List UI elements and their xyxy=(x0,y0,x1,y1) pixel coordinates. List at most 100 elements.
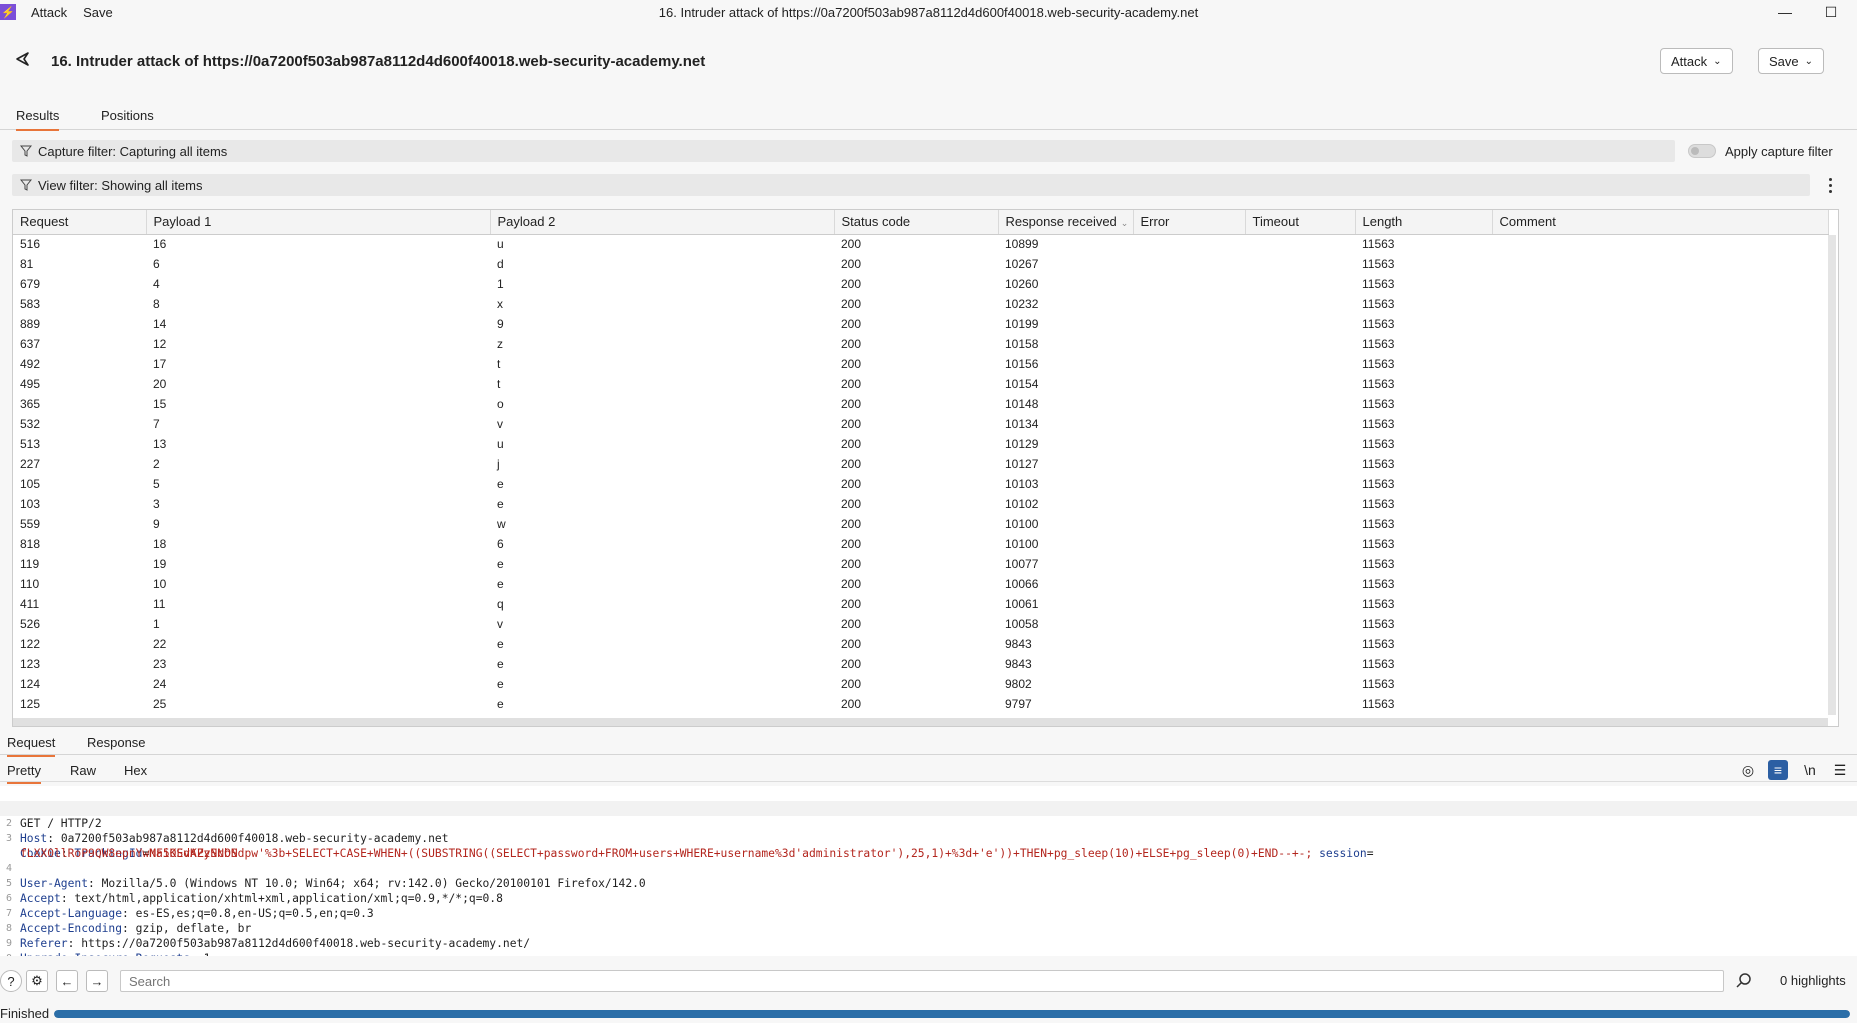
help-icon[interactable]: ? xyxy=(0,970,22,992)
save-button[interactable]: Save ⌄ xyxy=(1758,48,1825,74)
table-cell: 200 xyxy=(841,277,862,291)
col-payload-1[interactable]: Payload 1 xyxy=(146,210,491,235)
table-row[interactable]: 492 17 t 200 10156 11563 xyxy=(13,354,1828,374)
col-error[interactable]: Error xyxy=(1133,210,1246,235)
table-row[interactable]: 583 8 x 200 10232 11563 xyxy=(13,294,1828,314)
tab-response[interactable]: Response xyxy=(87,735,146,755)
apply-capture-filter-toggle[interactable] xyxy=(1688,144,1716,158)
arrow-left-icon[interactable]: ← xyxy=(56,970,78,992)
view-tabs: Pretty Raw Hex xyxy=(0,758,1857,784)
gear-icon[interactable]: ⚙ xyxy=(26,970,48,992)
table-row[interactable]: 125 25 e 200 9797 11563 xyxy=(13,694,1828,714)
col-length[interactable]: Length xyxy=(1355,210,1493,235)
menu-icon[interactable]: ☰ xyxy=(1830,760,1850,780)
menu-attack[interactable]: Attack xyxy=(31,5,67,20)
table-cell: 9802 xyxy=(1005,677,1032,691)
table-cell: 10077 xyxy=(1005,557,1039,571)
table-cell: t xyxy=(497,377,501,391)
table-row[interactable]: 227 2 j 200 10127 11563 xyxy=(13,454,1828,474)
table-cell xyxy=(1492,314,1828,334)
table-cell: 22 xyxy=(153,637,167,651)
eye-off-icon[interactable]: ◎ xyxy=(1738,760,1758,780)
vertical-scrollbar[interactable] xyxy=(1828,235,1836,715)
table-cell: 10100 xyxy=(1005,517,1039,531)
back-icon[interactable] xyxy=(14,50,32,68)
col-timeout[interactable]: Timeout xyxy=(1245,210,1356,235)
tab-positions[interactable]: Positions xyxy=(101,108,154,129)
tab-raw[interactable]: Raw xyxy=(70,763,96,782)
table-row[interactable]: 516 16 u 200 10899 11563 xyxy=(13,234,1828,254)
table-cell: 10061 xyxy=(1005,597,1039,611)
more-options-icon[interactable] xyxy=(1822,176,1838,194)
tab-hex[interactable]: Hex xyxy=(124,763,147,782)
table-cell xyxy=(1133,534,1245,554)
table-cell xyxy=(1133,294,1245,314)
sort-desc-icon: ⌄ xyxy=(1120,218,1129,229)
table-row[interactable]: 679 4 1 200 10260 11563 xyxy=(13,274,1828,294)
table-row[interactable]: 495 20 t 200 10154 11563 xyxy=(13,374,1828,394)
table-row[interactable]: 105 5 e 200 10103 11563 xyxy=(13,474,1828,494)
horizontal-scrollbar[interactable] xyxy=(13,718,1828,726)
table-row[interactable]: 119 19 e 200 10077 11563 xyxy=(13,554,1828,574)
table-cell: 10148 xyxy=(1005,397,1039,411)
table-row[interactable]: 818 18 6 200 10100 11563 xyxy=(13,534,1828,554)
table-cell: e xyxy=(497,677,504,691)
col-status-code[interactable]: Status code xyxy=(834,210,999,235)
col-comment[interactable]: Comment xyxy=(1492,210,1829,235)
table-cell xyxy=(1245,474,1355,494)
table-cell xyxy=(1133,434,1245,454)
table-row[interactable]: 889 14 9 200 10199 11563 xyxy=(13,314,1828,334)
request-editor[interactable]: 1 GET / HTTP/2 2 Host: 0a7200f503ab987a8… xyxy=(0,786,1857,956)
minimize-icon[interactable]: — xyxy=(1762,0,1808,24)
search-icon[interactable] xyxy=(1735,972,1753,990)
table-row[interactable]: 559 9 w 200 10100 11563 xyxy=(13,514,1828,534)
table-row[interactable]: 411 11 q 200 10061 11563 xyxy=(13,594,1828,614)
table-cell: 11563 xyxy=(1362,597,1395,611)
table-cell: 200 xyxy=(841,637,862,651)
tab-pretty[interactable]: Pretty xyxy=(7,763,41,784)
arrow-right-icon[interactable]: → xyxy=(86,970,108,992)
editor-line: 9 Upgrade-Insecure-Requests: 1 xyxy=(5,938,211,956)
view-filter-bar[interactable]: View filter: Showing all items xyxy=(12,174,1810,196)
col-request[interactable]: Request xyxy=(13,210,147,235)
table-row[interactable]: 532 7 v 200 10134 11563 xyxy=(13,414,1828,434)
table-cell: 119 xyxy=(20,557,40,571)
table-row[interactable]: 365 15 o 200 10148 11563 xyxy=(13,394,1828,414)
table-cell: 24 xyxy=(153,677,167,691)
newline-icon[interactable]: \n xyxy=(1800,760,1820,780)
table-cell xyxy=(1245,494,1355,514)
table-row[interactable]: 637 12 z 200 10158 11563 xyxy=(13,334,1828,354)
attack-button[interactable]: Attack ⌄ xyxy=(1660,48,1733,74)
table-cell: 532 xyxy=(20,417,41,431)
table-row[interactable]: 103 3 e 200 10102 11563 xyxy=(13,494,1828,514)
table-cell xyxy=(1492,554,1828,574)
table-cell xyxy=(1492,234,1828,254)
menu-save[interactable]: Save xyxy=(83,5,113,20)
table-cell xyxy=(1492,454,1828,474)
table-row[interactable]: 81 6 d 200 10267 11563 xyxy=(13,254,1828,274)
table-row[interactable]: 513 13 u 200 10129 11563 xyxy=(13,434,1828,454)
table-cell: v xyxy=(497,417,503,431)
capture-filter-bar[interactable]: Capture filter: Capturing all items xyxy=(12,140,1675,162)
search-input[interactable] xyxy=(120,970,1724,992)
table-row[interactable]: 123 23 e 200 9843 11563 xyxy=(13,654,1828,674)
table-cell: 227 xyxy=(20,457,41,471)
table-cell xyxy=(1245,694,1355,714)
attack-tabs: Results Positions xyxy=(0,104,1857,131)
tab-request[interactable]: Request xyxy=(7,735,56,757)
tab-results[interactable]: Results xyxy=(16,108,60,131)
table-row[interactable]: 110 10 e 200 10066 11563 xyxy=(13,574,1828,594)
table-row[interactable]: 526 1 v 200 10058 11563 xyxy=(13,614,1828,634)
table-row[interactable]: 122 22 e 200 9843 11563 xyxy=(13,634,1828,654)
table-cell: 12 xyxy=(153,337,167,351)
col-response-received[interactable]: Response received ⌄ xyxy=(998,210,1134,235)
maximize-icon[interactable]: ☐ xyxy=(1808,0,1854,24)
table-row[interactable]: 124 24 e 200 9802 11563 xyxy=(13,674,1828,694)
table-cell: 526 xyxy=(20,617,41,631)
col-payload-2[interactable]: Payload 2 xyxy=(490,210,835,235)
table-cell xyxy=(1133,314,1245,334)
table-cell: 200 xyxy=(841,337,862,351)
table-cell: 637 xyxy=(20,337,41,351)
table-cell: t xyxy=(497,357,501,371)
wrap-icon[interactable]: ≡ xyxy=(1768,760,1788,780)
